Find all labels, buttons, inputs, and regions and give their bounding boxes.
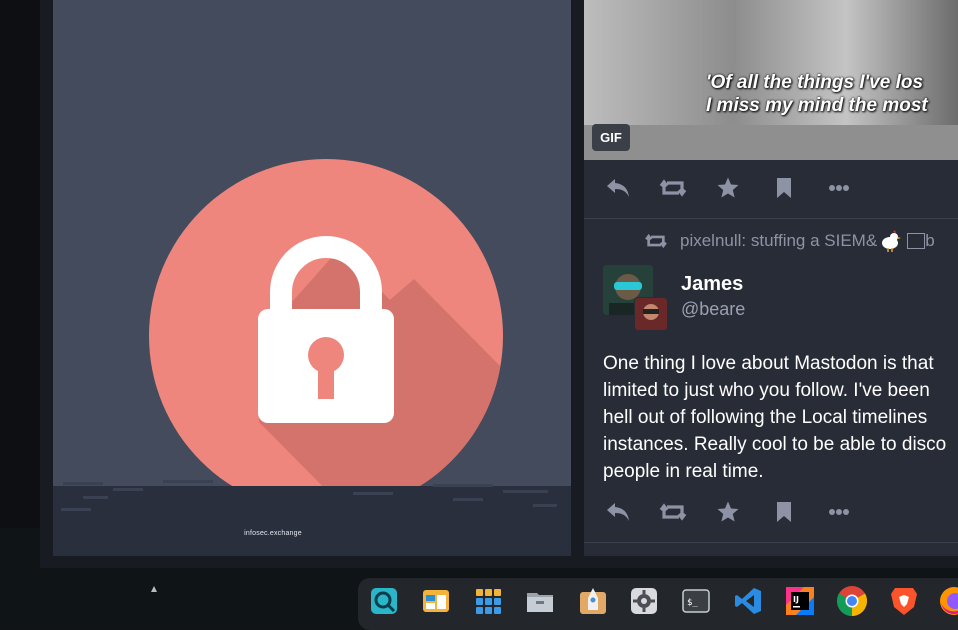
intellij-label: IJ: [793, 595, 799, 604]
launcher-icon[interactable]: [576, 584, 610, 618]
bookmark-icon[interactable]: [770, 174, 798, 202]
favourite-icon[interactable]: [714, 174, 742, 202]
terminal-icon[interactable]: $_: [679, 584, 713, 618]
firefox-icon[interactable]: [937, 584, 958, 618]
boosted-by-trailing: b: [925, 231, 935, 250]
reply-icon[interactable]: [604, 498, 632, 526]
flag-emoji-icon: [907, 233, 926, 249]
gif-caption-line-2: I miss my mind the most: [706, 95, 928, 116]
more-icon[interactable]: [825, 174, 853, 202]
vscode-icon[interactable]: [731, 584, 765, 618]
gif-caption-line-1: 'Of all the things I've los: [706, 72, 924, 93]
status-divider: [584, 218, 958, 219]
search-app-icon[interactable]: [367, 584, 401, 618]
boost-icon[interactable]: [659, 174, 687, 202]
status-line: people in real time.: [603, 461, 764, 482]
gif-media[interactable]: 'Of all the things I've los I miss my mi…: [584, 0, 958, 160]
boost-indicator-icon: [645, 233, 667, 249]
reply-icon[interactable]: [604, 174, 632, 202]
bookmark-icon[interactable]: [770, 498, 798, 526]
status-line: One thing I love about Mastodon is that: [603, 353, 934, 374]
status-line: instances. Really cool to be able to dis…: [603, 434, 947, 455]
boosted-by-line[interactable]: pixelnull: stuffing a SIEM& b: [644, 229, 935, 253]
status-action-bar: [584, 492, 958, 532]
boost-icon[interactable]: [659, 498, 687, 526]
status-content: One thing I love about Mastodon is that …: [603, 350, 958, 485]
boosted-by-text: pixelnull: stuffing a SIEM&: [680, 231, 878, 250]
lock-badge: [149, 159, 503, 513]
status-action-bar: [584, 168, 958, 208]
chrome-icon[interactable]: [835, 584, 869, 618]
account-handle[interactable]: @beare: [681, 299, 745, 320]
skyline-graphic: [53, 480, 571, 556]
more-icon[interactable]: [825, 498, 853, 526]
display-name[interactable]: James: [681, 273, 743, 296]
instance-label: infosec.exchange: [244, 530, 302, 537]
settings-icon[interactable]: [627, 584, 661, 618]
status-divider: [584, 542, 958, 543]
gif-frame-bottom: [584, 125, 958, 160]
status-line: limited to just who you follow. I've bee…: [603, 380, 930, 401]
status-line: hell out of following the Local timeline…: [603, 407, 928, 428]
timeline-column: 'Of all the things I've los I miss my mi…: [584, 0, 958, 556]
chicken-emoji-icon: [879, 230, 902, 252]
terminal-label: $_: [687, 598, 698, 608]
instance-banner-image[interactable]: infosec.exchange: [53, 0, 571, 556]
favourite-icon[interactable]: [714, 498, 742, 526]
app-grid-icon[interactable]: [471, 584, 505, 618]
lock-icon: [258, 236, 503, 513]
gif-badge: GIF: [592, 124, 630, 151]
boosting-account-avatar[interactable]: [634, 297, 668, 331]
brave-icon[interactable]: [887, 584, 921, 618]
file-manager-icon[interactable]: [419, 584, 453, 618]
mouse-cursor: [151, 586, 157, 592]
intellij-icon[interactable]: IJ: [783, 584, 817, 618]
files-icon[interactable]: [523, 584, 557, 618]
